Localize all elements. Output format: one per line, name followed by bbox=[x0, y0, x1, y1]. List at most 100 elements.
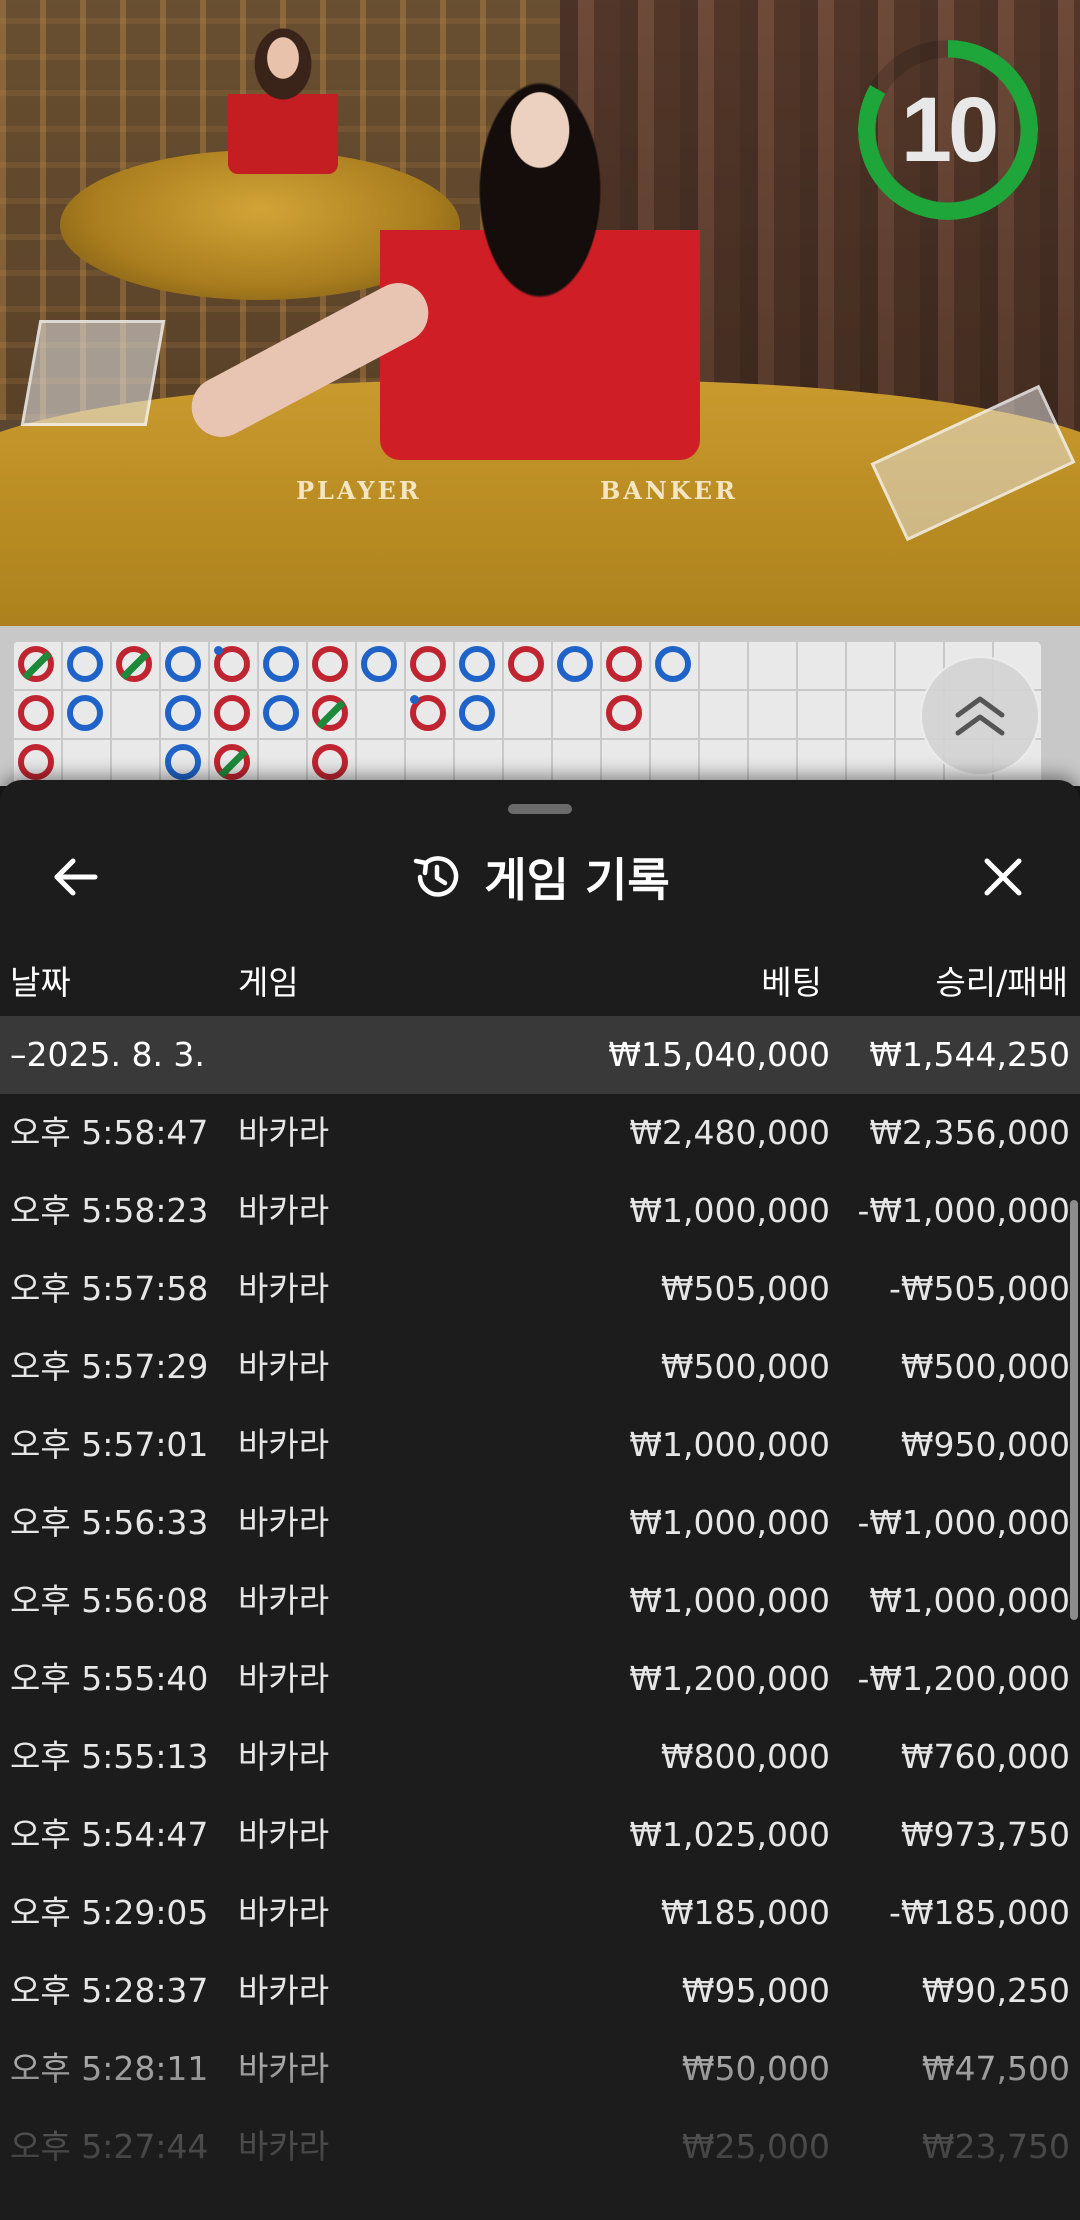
history-row[interactable]: 오후 5:58:23 바카라 ₩1,000,000 -₩1,000,000 bbox=[0, 1172, 1080, 1250]
row-result: ₩973,750 bbox=[900, 1815, 1070, 1854]
sheet-drag-handle[interactable] bbox=[508, 804, 572, 814]
bead-player bbox=[361, 646, 397, 682]
date-summary-row[interactable]: –2025. 8. 3. ₩15,040,000 ₩1,544,250 bbox=[0, 1016, 1080, 1094]
countdown-number: 10 bbox=[900, 78, 999, 181]
bead-banker-tie bbox=[214, 744, 250, 780]
background-dealer bbox=[228, 24, 338, 174]
row-game: 바카라 bbox=[238, 1269, 330, 1308]
row-game: 바카라 bbox=[238, 1815, 330, 1854]
pair-dot bbox=[214, 646, 223, 655]
row-result: -₩505,000 bbox=[888, 1269, 1070, 1308]
bead-banker bbox=[410, 695, 446, 731]
betting-countdown-timer: 10 bbox=[858, 40, 1038, 220]
row-bet: ₩1,200,000 bbox=[629, 1659, 830, 1698]
row-time: 오후 5:57:29 bbox=[10, 1347, 209, 1386]
row-time: 오후 5:55:40 bbox=[10, 1659, 209, 1698]
row-time: 오후 5:28:37 bbox=[10, 1971, 209, 2010]
row-game: 바카라 bbox=[238, 1659, 330, 1698]
bead-banker bbox=[18, 695, 54, 731]
column-header-result: 승리/패배 bbox=[935, 963, 1068, 1002]
row-bet: ₩500,000 bbox=[660, 1347, 830, 1386]
expand-roadmap-button[interactable] bbox=[920, 656, 1040, 776]
row-bet: ₩1,025,000 bbox=[629, 1815, 830, 1854]
row-result: ₩950,000 bbox=[900, 1425, 1070, 1464]
bead-banker bbox=[214, 646, 250, 682]
row-time: 오후 5:54:47 bbox=[10, 1815, 209, 1854]
row-result: ₩23,750 bbox=[921, 2127, 1070, 2166]
row-game: 바카라 bbox=[238, 1425, 330, 1464]
bead-player bbox=[459, 646, 495, 682]
arrow-left-icon bbox=[54, 858, 98, 896]
bead-road[interactable] bbox=[12, 640, 1042, 786]
history-row[interactable]: 오후 5:27:44 바카라 ₩25,000 ₩23,750 bbox=[0, 2108, 1080, 2186]
history-row[interactable]: 오후 5:28:37 바카라 ₩95,000 ₩90,250 bbox=[0, 1952, 1080, 2030]
close-button[interactable] bbox=[958, 832, 1048, 922]
row-result: -₩1,200,000 bbox=[857, 1659, 1071, 1698]
bead-player bbox=[557, 646, 593, 682]
live-video[interactable]: PLAYER BANKER 10 bbox=[0, 0, 1080, 626]
bead-banker bbox=[18, 744, 54, 780]
row-result: ₩2,356,000 bbox=[869, 1113, 1070, 1152]
scrollbar[interactable] bbox=[1070, 1200, 1078, 1620]
back-button[interactable] bbox=[30, 832, 120, 922]
dealer bbox=[380, 40, 700, 460]
bead-banker bbox=[606, 646, 642, 682]
row-result: -₩185,000 bbox=[888, 1893, 1070, 1932]
row-result: -₩1,000,000 bbox=[857, 1503, 1071, 1542]
bead-banker bbox=[508, 646, 544, 682]
row-result: ₩1,000,000 bbox=[869, 1581, 1070, 1620]
row-time: 오후 5:27:44 bbox=[10, 2127, 209, 2166]
history-row[interactable]: 오후 5:55:13 바카라 ₩800,000 ₩760,000 bbox=[0, 1718, 1080, 1796]
row-time: 오후 5:58:47 bbox=[10, 1113, 209, 1152]
history-row[interactable]: 오후 5:57:01 바카라 ₩1,000,000 ₩950,000 bbox=[0, 1406, 1080, 1484]
row-game: 바카라 bbox=[238, 1893, 330, 1932]
row-bet: ₩95,000 bbox=[681, 1971, 830, 2010]
row-game: 바카라 bbox=[238, 1581, 330, 1620]
row-game: 바카라 bbox=[238, 1113, 330, 1152]
bead-player bbox=[67, 695, 103, 731]
column-header-game: 게임 bbox=[238, 963, 299, 1002]
history-row[interactable]: 오후 5:56:08 바카라 ₩1,000,000 ₩1,000,000 bbox=[0, 1562, 1080, 1640]
history-row[interactable]: 오후 5:28:11 바카라 ₩50,000 ₩47,500 bbox=[0, 2030, 1080, 2108]
bead-player bbox=[67, 646, 103, 682]
summary-bet-total: ₩15,040,000 bbox=[608, 1035, 830, 1074]
row-bet: ₩185,000 bbox=[660, 1893, 830, 1932]
roadmap-panel bbox=[0, 626, 1080, 786]
row-time: 오후 5:57:58 bbox=[10, 1269, 209, 1308]
chevron-double-up-icon bbox=[955, 696, 1005, 736]
row-time: 오후 5:55:13 bbox=[10, 1737, 209, 1776]
row-bet: ₩800,000 bbox=[660, 1737, 830, 1776]
bead-banker bbox=[606, 695, 642, 731]
bead-banker bbox=[312, 646, 348, 682]
bead-banker-tie bbox=[116, 646, 152, 682]
page-title: 게임 기록 bbox=[484, 853, 670, 907]
history-row[interactable]: 오후 5:29:05 바카라 ₩185,000 -₩185,000 bbox=[0, 1874, 1080, 1952]
row-time: 오후 5:56:08 bbox=[10, 1581, 209, 1620]
close-icon bbox=[984, 858, 1022, 896]
tie-slash bbox=[316, 700, 346, 729]
row-time: 오후 5:58:23 bbox=[10, 1191, 209, 1230]
row-bet: ₩1,000,000 bbox=[629, 1425, 830, 1464]
bead-player bbox=[263, 646, 299, 682]
history-row[interactable]: 오후 5:54:47 바카라 ₩1,025,000 ₩973,750 bbox=[0, 1796, 1080, 1874]
table-banker-label: BANKER bbox=[600, 476, 738, 505]
tie-slash bbox=[218, 749, 248, 778]
history-row[interactable]: 오후 5:57:29 바카라 ₩500,000 ₩500,000 bbox=[0, 1328, 1080, 1406]
pair-dot bbox=[410, 695, 419, 704]
game-history-sheet: 게임 기록 날짜 게임 베팅 승리/패배 –2025. 8. 3. ₩15,04… bbox=[0, 780, 1080, 2220]
column-header-date: 날짜 bbox=[10, 963, 71, 1002]
history-row[interactable]: 오후 5:57:58 바카라 ₩505,000 -₩505,000 bbox=[0, 1250, 1080, 1328]
history-row[interactable]: 오후 5:58:47 바카라 ₩2,480,000 ₩2,356,000 bbox=[0, 1094, 1080, 1172]
history-row[interactable]: 오후 5:55:40 바카라 ₩1,200,000 -₩1,200,000 bbox=[0, 1640, 1080, 1718]
bead-player bbox=[165, 646, 201, 682]
summary-date: –2025. 8. 3. bbox=[10, 1035, 205, 1074]
row-game: 바카라 bbox=[238, 1347, 330, 1386]
column-header-bet: 베팅 bbox=[761, 963, 822, 1002]
bead-banker bbox=[410, 646, 446, 682]
row-bet: ₩25,000 bbox=[681, 2127, 830, 2166]
row-result: -₩1,000,000 bbox=[857, 1191, 1071, 1230]
history-row[interactable]: 오후 5:56:33 바카라 ₩1,000,000 -₩1,000,000 bbox=[0, 1484, 1080, 1562]
bead-banker bbox=[214, 695, 250, 731]
bead-player bbox=[165, 744, 201, 780]
row-result: ₩500,000 bbox=[900, 1347, 1070, 1386]
